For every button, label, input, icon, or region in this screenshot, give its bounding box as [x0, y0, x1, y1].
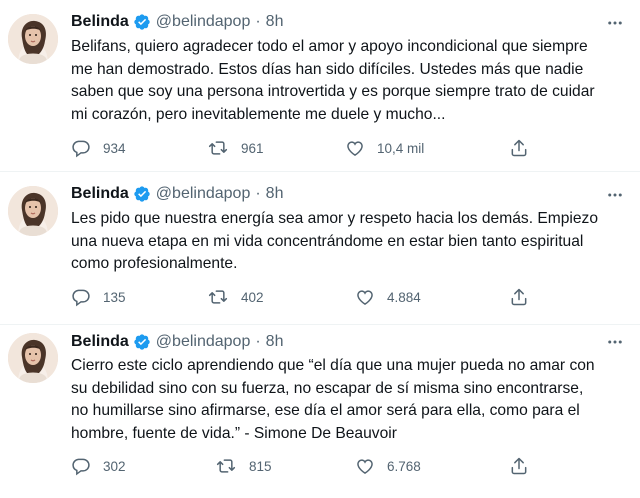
tweet-header: Belinda @belindapop · 8h	[71, 331, 283, 353]
verified-badge-icon	[133, 185, 151, 203]
reply-icon	[72, 458, 90, 476]
tweet-text: Belifans, quiero agradecer todo el amor …	[71, 38, 595, 123]
separator-dot: ·	[255, 13, 261, 30]
reply-count: 934	[103, 140, 126, 156]
like-button[interactable]: 10,4 mil	[345, 136, 424, 160]
author-name[interactable]: Belinda	[71, 333, 129, 351]
author-handle[interactable]: @belindapop	[156, 185, 251, 203]
tweet[interactable]: Belinda @belindapop · 8h Cierro este cic…	[0, 325, 640, 498]
share-icon	[511, 457, 527, 475]
retweet-icon	[208, 141, 228, 155]
share-button[interactable]	[509, 454, 529, 478]
tweet-feed: Belinda @belindapop · 8h Belifans, quier…	[0, 0, 640, 498]
retweet-count: 815	[249, 458, 272, 474]
tweet[interactable]: Belinda @belindapop · 8h Les pido que nu…	[0, 172, 640, 325]
like-count: 10,4 mil	[377, 140, 425, 156]
share-icon	[511, 288, 527, 306]
retweet-icon	[216, 459, 236, 473]
avatar[interactable]	[8, 14, 58, 64]
tweet-time[interactable]: 8h	[266, 13, 284, 31]
separator-dot: ·	[255, 185, 261, 202]
reply-button[interactable]: 302	[71, 454, 126, 478]
retweet-button[interactable]: 815	[215, 454, 272, 478]
like-button[interactable]: 4.884	[355, 285, 421, 309]
author-handle[interactable]: @belindapop	[156, 13, 251, 31]
tweet-actions: 135 402 4.884	[71, 285, 541, 309]
verified-badge-icon	[133, 13, 151, 31]
tweet-header: Belinda @belindapop · 8h	[71, 183, 283, 205]
tweet-text: Les pido que nuestra energía sea amor y …	[71, 210, 599, 272]
tweet-text: Cierro este ciclo aprendiendo que “el dí…	[71, 357, 595, 442]
like-count: 6.768	[387, 458, 421, 474]
more-horizontal-icon[interactable]	[604, 331, 626, 353]
reply-button[interactable]: 934	[71, 136, 126, 160]
author-name[interactable]: Belinda	[71, 13, 129, 31]
tweet-actions: 302 815 6.768	[71, 454, 541, 478]
tweet-time[interactable]: 8h	[266, 333, 284, 351]
reply-button[interactable]: 135	[71, 285, 126, 309]
verified-badge-icon	[133, 333, 151, 351]
like-button[interactable]: 6.768	[355, 454, 421, 478]
heart-icon	[347, 141, 363, 156]
more-horizontal-icon[interactable]	[604, 184, 626, 206]
retweet-button[interactable]: 961	[207, 136, 264, 160]
reply-count: 302	[103, 458, 126, 474]
reply-icon	[72, 289, 90, 307]
author-handle[interactable]: @belindapop	[156, 333, 251, 351]
tweet-time[interactable]: 8h	[266, 185, 284, 203]
reply-icon	[72, 140, 90, 158]
like-count: 4.884	[387, 289, 421, 305]
avatar[interactable]	[8, 333, 58, 383]
retweet-button[interactable]: 402	[207, 285, 264, 309]
tweet-actions: 934 961 10,4 mil	[71, 136, 541, 160]
reply-count: 135	[103, 289, 126, 305]
share-icon	[511, 139, 527, 157]
retweet-count: 402	[241, 289, 264, 305]
retweet-count: 961	[241, 140, 264, 156]
retweet-icon	[208, 290, 228, 304]
heart-icon	[357, 459, 373, 474]
avatar[interactable]	[8, 186, 58, 236]
share-button[interactable]	[509, 136, 529, 160]
separator-dot: ·	[255, 333, 261, 350]
more-horizontal-icon[interactable]	[604, 12, 626, 34]
tweet[interactable]: Belinda @belindapop · 8h Belifans, quier…	[0, 0, 640, 172]
tweet-header: Belinda @belindapop · 8h	[71, 11, 283, 33]
heart-icon	[357, 290, 373, 305]
author-name[interactable]: Belinda	[71, 185, 129, 203]
share-button[interactable]	[509, 285, 529, 309]
